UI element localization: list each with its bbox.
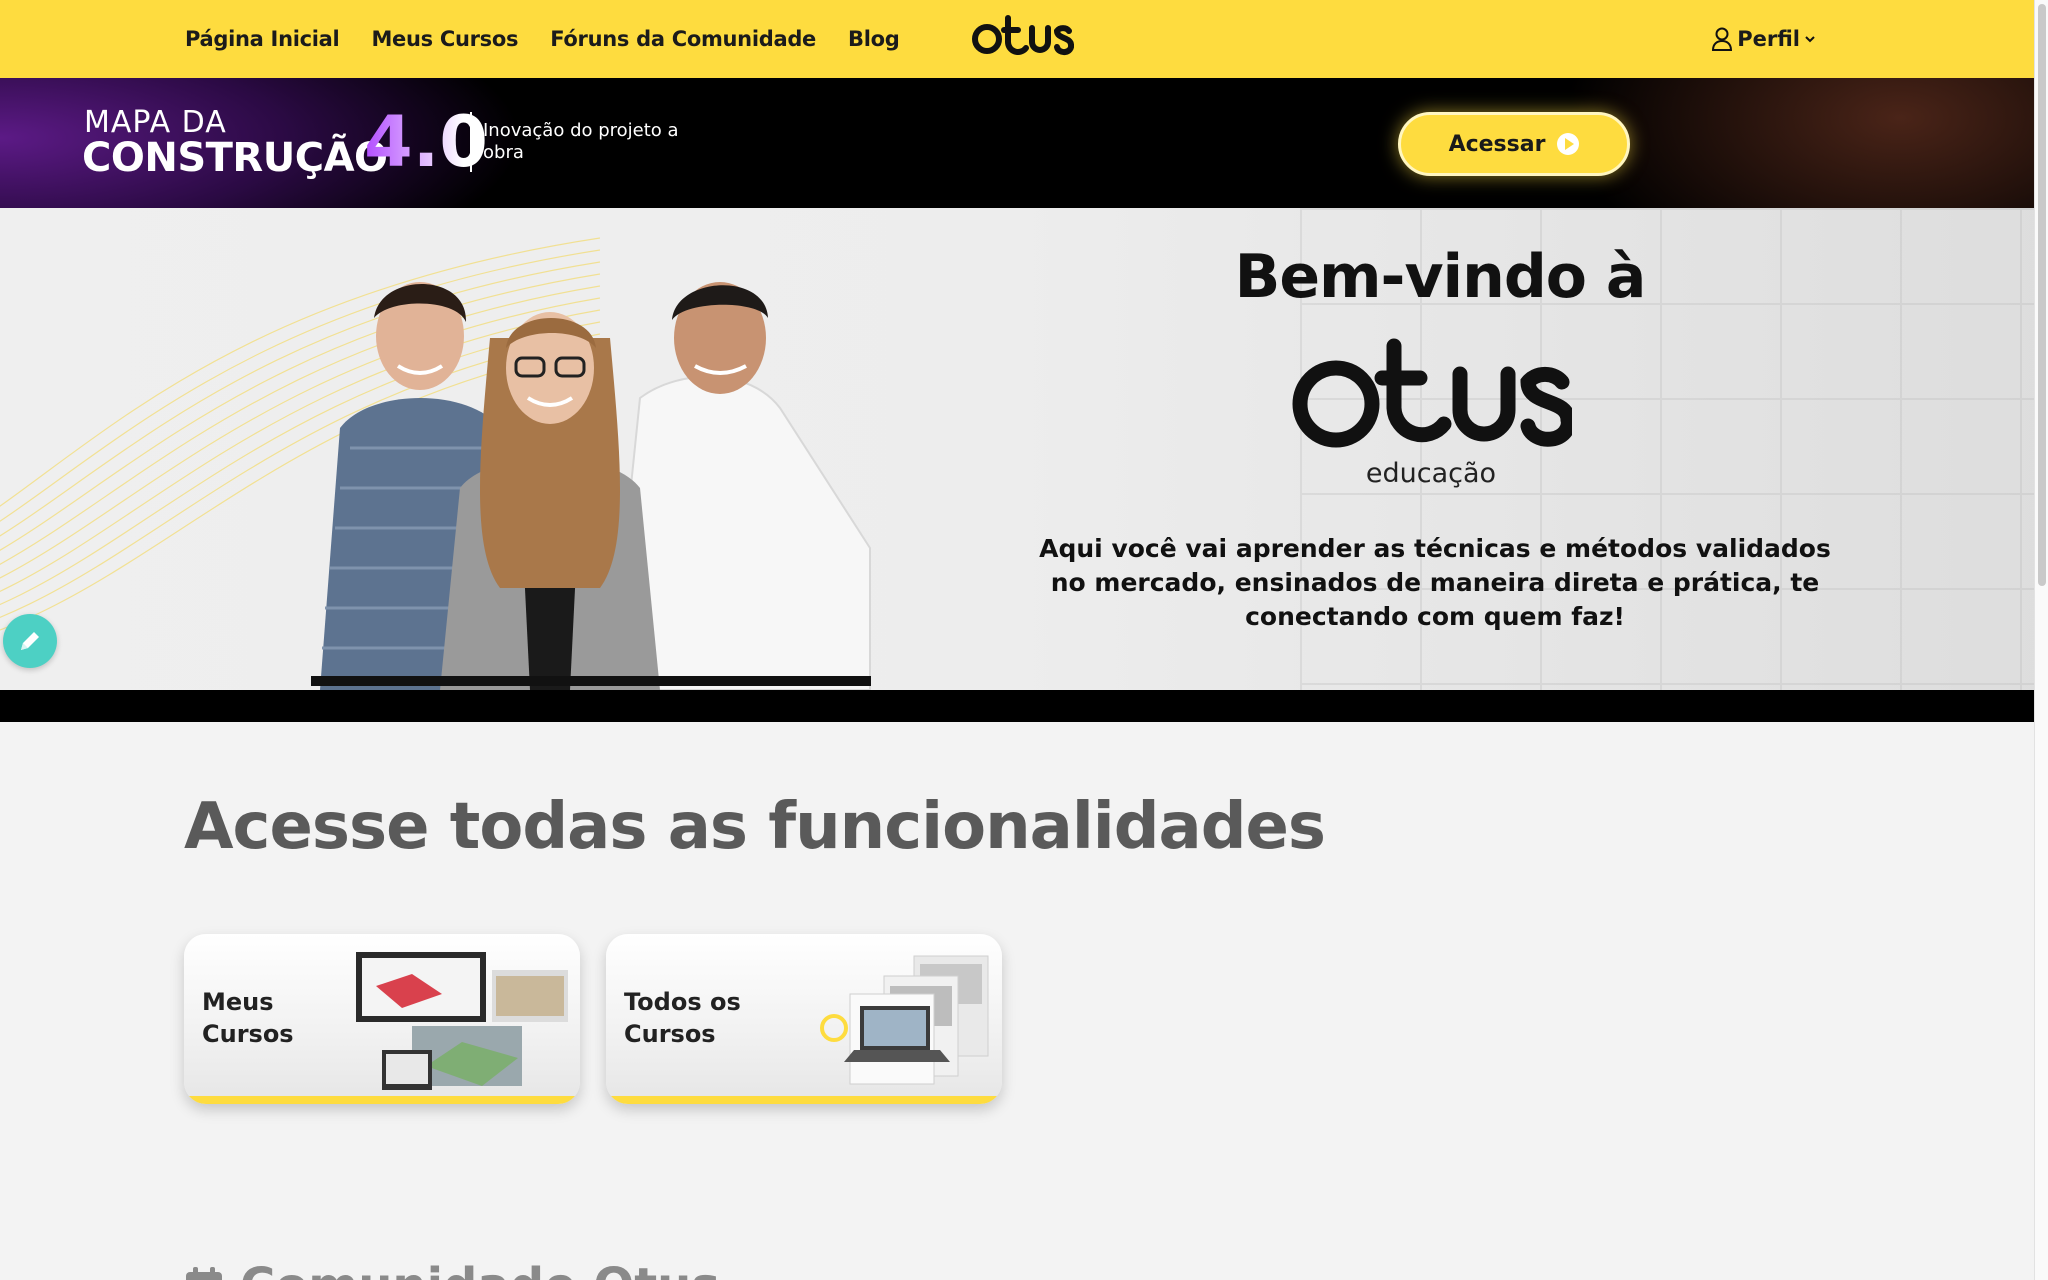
- chevron-down-icon: [1805, 36, 1815, 43]
- promo-tagline: Inovação do projeto a obra: [483, 120, 679, 163]
- card-my-courses[interactable]: Meus Cursos: [184, 934, 580, 1104]
- promo-banner: MAPA DA CONSTRUÇÃO 4.0 Inovação do proje…: [0, 78, 2034, 208]
- promo-access-button[interactable]: Acessar: [1398, 112, 1630, 176]
- all-courses-illustration: [820, 955, 989, 1085]
- scrollbar-thumb[interactable]: [2038, 4, 2046, 586]
- otus-logo[interactable]: [970, 14, 1074, 60]
- card-my-courses-label: Meus Cursos: [202, 988, 294, 1048]
- nav-link-my-courses[interactable]: Meus Cursos: [371, 27, 518, 51]
- promo-access-label: Acessar: [1448, 131, 1546, 157]
- person-center: [440, 312, 660, 690]
- hero-description: Aqui você vai aprender as técnicas e mét…: [1039, 534, 1831, 631]
- nav-link-community-forums[interactable]: Fóruns da Comunidade: [550, 27, 816, 51]
- user-icon: [1712, 27, 1733, 51]
- hero-bottom-bar: [0, 690, 2034, 722]
- pencil-icon: [21, 632, 39, 650]
- community-heading: Comunidade Otus: [184, 1258, 720, 1280]
- nav-link-blog[interactable]: Blog: [848, 27, 900, 51]
- otus-hero-logo: [1292, 338, 1572, 448]
- play-icon: [1557, 133, 1580, 155]
- hero-section: Bem-vindo à educação Aqui você vai apren…: [0, 208, 2034, 690]
- page-scrollbar[interactable]: [2034, 0, 2048, 1280]
- promo-title-line1: MAPA DA: [84, 105, 227, 140]
- top-navigation: Página Inicial Meus Cursos Fóruns da Com…: [0, 0, 2034, 78]
- features-title: Acesse todas as funcionalidades: [184, 790, 1326, 864]
- nav-link-home[interactable]: Página Inicial: [185, 27, 340, 51]
- calendar-icon: [186, 1267, 222, 1280]
- photo-base-bar: [311, 676, 871, 686]
- profile-menu[interactable]: Perfil: [1711, 0, 1816, 78]
- my-courses-illustration: [356, 952, 568, 1090]
- nav-links: Página Inicial Meus Cursos Fóruns da Com…: [185, 0, 900, 78]
- card-all-courses-label: Todos os Cursos: [624, 988, 741, 1048]
- edit-button[interactable]: [3, 614, 57, 668]
- promo-title-line2: CONSTRUÇÃO: [82, 135, 388, 181]
- hero-title: Bem-vindo à: [1234, 242, 1647, 312]
- promo-divider: [470, 112, 472, 172]
- card-all-courses[interactable]: Todos os Cursos: [606, 934, 1002, 1104]
- instructors-photo: [320, 282, 871, 690]
- hero-brand-subtitle: educação: [1365, 458, 1497, 489]
- profile-label: Perfil: [1737, 27, 1800, 51]
- community-title: Comunidade Otus: [240, 1258, 720, 1280]
